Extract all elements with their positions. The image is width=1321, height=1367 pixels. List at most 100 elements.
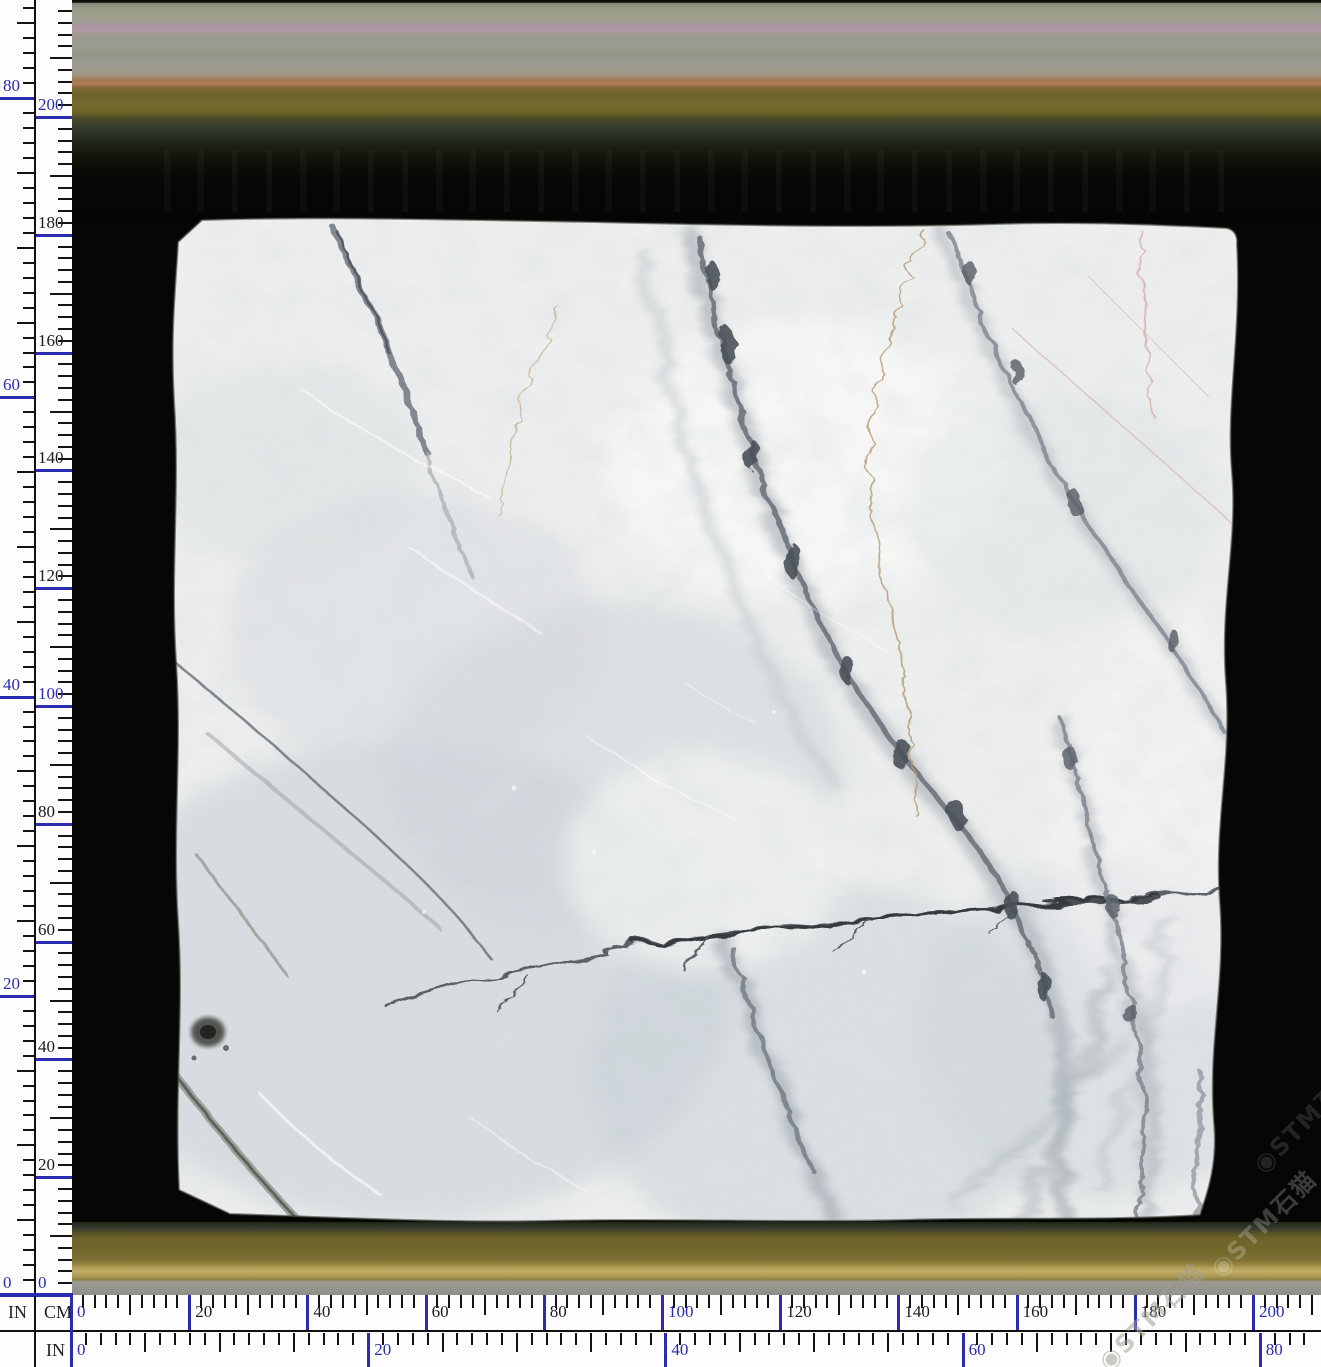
left-cm-tick: [58, 929, 72, 931]
left-in-tick: [23, 217, 34, 219]
bottom-cm-tick: [1110, 1295, 1112, 1308]
left-in-tick: [23, 516, 34, 518]
left-cm-label: 60: [38, 920, 55, 940]
bottom-in-tick: [1066, 1333, 1068, 1345]
left-in-tick: [23, 127, 34, 129]
left-in-tick: [17, 770, 34, 772]
bottom-in-tick: [412, 1333, 414, 1345]
bottom-cm-tick: [389, 1295, 391, 1308]
bottom-cm-tick: [1240, 1295, 1242, 1308]
left-cm-tick: [58, 905, 72, 907]
left-cm-tick: [58, 858, 72, 860]
bottom-in-tick: [546, 1333, 548, 1345]
left-cm-tick: [58, 952, 72, 954]
left-in-tick: [23, 726, 34, 728]
bottom-cm-tick: [874, 1295, 876, 1308]
bottom-in-tick: [724, 1333, 726, 1345]
left-in-tick: [23, 1114, 34, 1116]
left-in-tick: [23, 456, 34, 458]
slab-scanner-view: 0204060801001201401601802000204060800204…: [0, 0, 1321, 1367]
left-in-tick: [23, 815, 34, 817]
bottom-in-tick: [620, 1333, 622, 1345]
bottom-in-tick: [308, 1333, 310, 1345]
left-in-tick: [23, 232, 34, 234]
bottom-cm-tick: [531, 1295, 533, 1308]
left-cm-label: 20: [38, 1155, 55, 1175]
left-cm-tick: [58, 540, 72, 542]
left-cm-tick: [50, 764, 72, 766]
left-in-tick: [23, 1249, 34, 1251]
left-in-tick: [23, 142, 34, 144]
bottom-in-tick: [1214, 1333, 1216, 1345]
left-in-tick: [23, 681, 34, 683]
left-in-tick: [23, 576, 34, 578]
bottom-in-tick: [427, 1333, 429, 1345]
bottom-in-label: 40: [671, 1340, 688, 1360]
left-cm-tick: [58, 198, 72, 200]
bottom-in-tick: [1289, 1333, 1291, 1345]
bottom-cm-tick: [838, 1295, 840, 1315]
left-in-tick: [23, 202, 34, 204]
left-cm-tick: [58, 81, 72, 83]
bottom-in-tick: [1006, 1333, 1008, 1345]
bottom-cm-tick: [732, 1295, 734, 1308]
left-cm-tick: [58, 799, 72, 801]
left-cm-tick: [58, 1129, 72, 1131]
left-in-major-line: [0, 97, 36, 100]
bottom-in-tick: [1185, 1333, 1187, 1352]
left-cm-tick: [58, 257, 72, 259]
bottom-cm-tick: [460, 1295, 462, 1308]
left-in-tick: [23, 67, 34, 69]
left-cm-tick: [58, 422, 72, 424]
left-in-tick: [17, 322, 34, 324]
bottom-cm-major-tick: [897, 1295, 900, 1331]
left-cm-tick: [58, 493, 72, 495]
left-cm-tick: [58, 399, 72, 401]
left-in-tick: [23, 1085, 34, 1087]
left-in-tick: [23, 486, 34, 488]
left-in-tick: [17, 1219, 34, 1221]
bottom-cm-tick: [153, 1295, 155, 1308]
left-in-tick: [17, 22, 34, 24]
corner-unit-in-2: IN: [46, 1340, 65, 1361]
left-cm-major-line: [36, 234, 72, 237]
left-cm-tick: [58, 811, 72, 813]
left-in-tick: [23, 441, 34, 443]
left-in-tick: [23, 1010, 34, 1012]
bottom-in-major-tick: [664, 1333, 667, 1367]
bottom-cm-tick: [744, 1295, 746, 1308]
left-cm-tick: [58, 1270, 72, 1272]
left-in-tick: [23, 292, 34, 294]
left-cm-tick: [58, 776, 72, 778]
bottom-in-label: 60: [969, 1340, 986, 1360]
left-in-tick: [23, 262, 34, 264]
left-cm-tick: [58, 375, 72, 377]
bottom-cm-label: 140: [904, 1302, 930, 1322]
left-cm-tick: [58, 387, 72, 389]
bottom-in-tick: [798, 1333, 800, 1345]
left-in-tick: [23, 1040, 34, 1042]
bottom-cm-tick: [850, 1295, 852, 1308]
bottom-in-tick: [1125, 1333, 1127, 1345]
scan-ghost-streaks: [164, 150, 1242, 212]
left-cm-tick: [58, 34, 72, 36]
left-cm-tick: [58, 1094, 72, 1096]
bottom-cm-tick: [271, 1295, 273, 1308]
bottom-cm-tick: [945, 1295, 947, 1308]
left-in-tick: [23, 755, 34, 757]
left-cm-label: 80: [38, 802, 55, 822]
left-in-tick: [23, 501, 34, 503]
bottom-in-tick: [278, 1333, 280, 1345]
left-cm-tick: [58, 1188, 72, 1190]
bottom-cm-tick: [815, 1295, 817, 1308]
left-cm-tick: [58, 1200, 72, 1202]
left-cm-label: 40: [38, 1037, 55, 1057]
bottom-in-tick: [902, 1333, 904, 1345]
bottom-cm-tick: [259, 1295, 261, 1308]
bottom-in-tick: [739, 1333, 741, 1352]
left-cm-label: 120: [38, 566, 64, 586]
left-in-tick: [23, 965, 34, 967]
left-cm-label: 200: [38, 95, 64, 115]
left-in-tick: [23, 950, 34, 952]
left-in-tick: [17, 621, 34, 623]
